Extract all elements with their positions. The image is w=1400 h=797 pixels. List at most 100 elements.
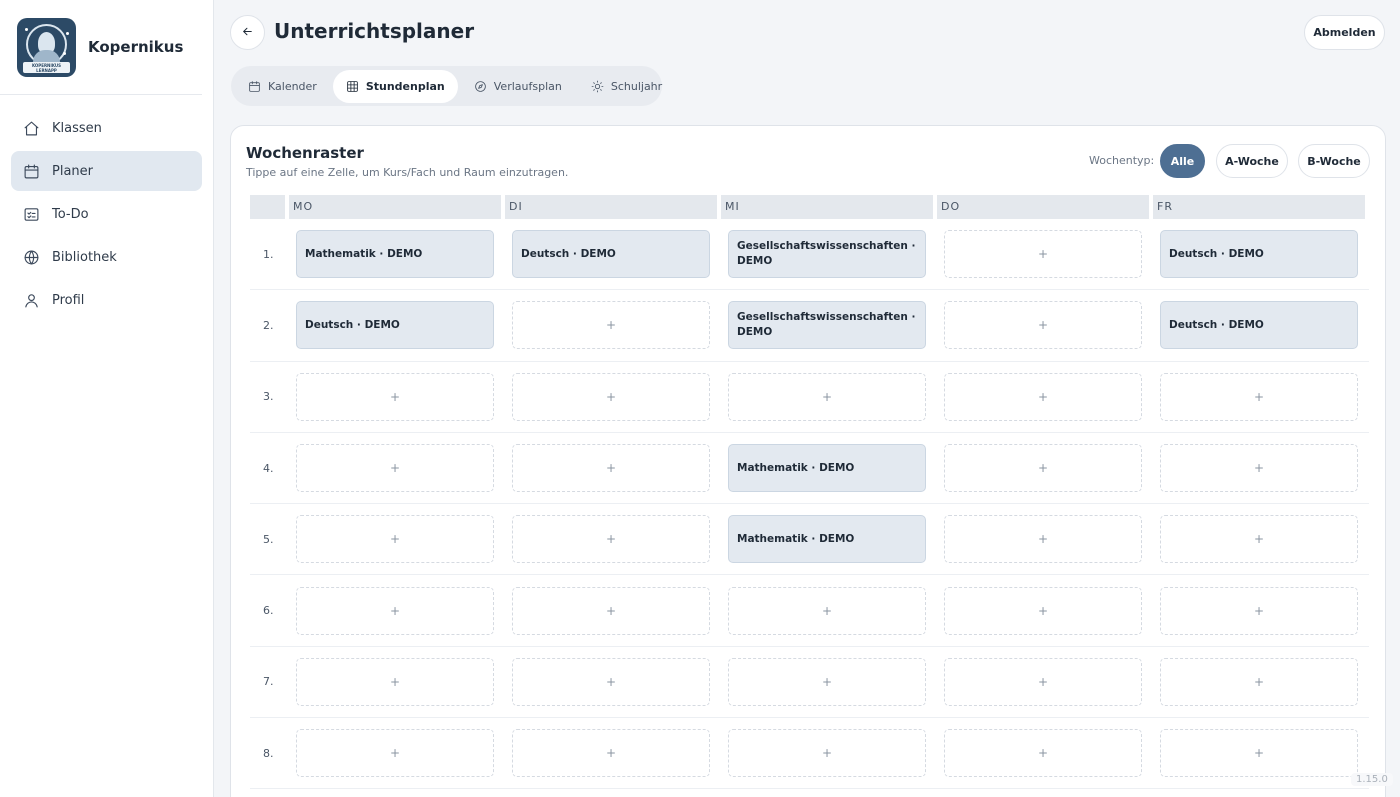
calendar-icon: [23, 163, 40, 180]
sidebar: KOPERNIKUS LERNAPP Kopernikus Klassen Pl…: [0, 0, 214, 797]
sidebar-item-label: To-Do: [52, 206, 89, 222]
week-type-a-button[interactable]: A-Woche: [1216, 144, 1288, 178]
empty-cell-add-button[interactable]: +: [512, 515, 710, 564]
sidebar-item-bibliothek[interactable]: Bibliothek: [11, 237, 202, 277]
week-type-alle-button[interactable]: Alle: [1160, 144, 1205, 178]
empty-cell-add-button[interactable]: +: [944, 230, 1142, 279]
empty-cell-add-button[interactable]: +: [728, 586, 926, 635]
empty-cell-add-button[interactable]: +: [728, 729, 926, 778]
card-title: Wochenraster: [246, 144, 364, 162]
empty-cell-add-button[interactable]: +: [944, 372, 1142, 421]
lesson-cell[interactable]: Gesellschaftswissenschaften · DEMO: [728, 301, 926, 350]
empty-cell-add-button[interactable]: +: [512, 301, 710, 350]
period-label: 8.: [263, 746, 274, 760]
empty-cell-add-button[interactable]: +: [296, 372, 494, 421]
timetable-slot: +: [289, 718, 505, 788]
timetable-slot: +: [937, 433, 1153, 503]
arrow-left-icon: [241, 23, 254, 42]
empty-cell-add-button[interactable]: +: [296, 586, 494, 635]
empty-cell-add-button[interactable]: +: [944, 515, 1142, 564]
lesson-cell[interactable]: Gesellschaftswissenschaften · DEMO: [728, 230, 926, 279]
tab-verlaufsplan[interactable]: Verlaufsplan: [461, 70, 575, 103]
day-header: DI: [505, 195, 717, 219]
empty-cell-add-button[interactable]: +: [296, 657, 494, 706]
empty-cell-add-button[interactable]: +: [944, 586, 1142, 635]
lesson-cell[interactable]: Deutsch · DEMO: [1160, 301, 1358, 350]
empty-cell-add-button[interactable]: +: [944, 657, 1142, 706]
timetable-slot: Mathematik · DEMO: [721, 433, 937, 503]
empty-cell-add-button[interactable]: +: [728, 657, 926, 706]
brand: KOPERNIKUS LERNAPP Kopernikus: [0, 0, 202, 95]
tab-schuljahr[interactable]: Schuljahr: [578, 70, 675, 103]
timetable-slot: +: [937, 362, 1153, 432]
compass-icon: [474, 80, 486, 92]
lesson-cell[interactable]: Deutsch · DEMO: [512, 230, 710, 279]
empty-cell-add-button[interactable]: +: [728, 372, 926, 421]
lesson-cell[interactable]: Deutsch · DEMO: [296, 301, 494, 350]
lesson-cell[interactable]: Mathematik · DEMO: [728, 444, 926, 493]
empty-cell-add-button[interactable]: +: [944, 444, 1142, 493]
table-row: 6. + + + + +: [250, 575, 1369, 647]
timetable-slot: Gesellschaftswissenschaften · DEMO: [721, 219, 937, 289]
back-button[interactable]: [230, 15, 265, 50]
empty-cell-add-button[interactable]: +: [1160, 657, 1358, 706]
empty-cell-add-button[interactable]: +: [944, 729, 1142, 778]
grid-icon: [347, 80, 358, 92]
timetable-grid: MO DI MI DO FR 1. Mathematik · DEMO Deutsc…: [250, 195, 1369, 790]
lesson-cell[interactable]: Mathematik · DEMO: [296, 230, 494, 279]
empty-cell-add-button[interactable]: +: [1160, 729, 1358, 778]
empty-cell-add-button[interactable]: +: [512, 586, 710, 635]
empty-cell-add-button[interactable]: +: [1160, 372, 1358, 421]
period-label: 2.: [263, 318, 274, 332]
empty-cell-add-button[interactable]: +: [1160, 515, 1358, 564]
empty-cell-add-button[interactable]: +: [512, 372, 710, 421]
empty-cell-add-button[interactable]: +: [1160, 444, 1358, 493]
sidebar-item-label: Profil: [52, 292, 85, 308]
period-label: 6.: [263, 604, 274, 618]
empty-cell-add-button[interactable]: +: [512, 657, 710, 706]
home-icon: [23, 120, 40, 137]
sidebar-item-label: Planer: [52, 163, 93, 179]
empty-cell-add-button[interactable]: +: [944, 301, 1142, 350]
empty-cell-add-button[interactable]: +: [296, 729, 494, 778]
tab-label: Verlaufsplan: [493, 79, 562, 93]
timetable-slot: Deutsch · DEMO: [1153, 290, 1369, 360]
timetable-slot: Mathematik · DEMO: [721, 504, 937, 574]
timetable-slot: +: [937, 290, 1153, 360]
table-row: 4. + + Mathematik · DEMO + +: [250, 433, 1369, 505]
empty-cell-add-button[interactable]: +: [296, 515, 494, 564]
timetable-slot: +: [289, 433, 505, 503]
lesson-cell[interactable]: Deutsch · DEMO: [1160, 230, 1358, 279]
timetable-slot: +: [505, 290, 721, 360]
checklist-icon: [23, 206, 40, 223]
app-logo: KOPERNIKUS LERNAPP: [17, 17, 76, 77]
timetable-slot: +: [937, 718, 1153, 788]
empty-cell-add-button[interactable]: +: [1160, 586, 1358, 635]
empty-cell-add-button[interactable]: +: [512, 729, 710, 778]
sidebar-item-profil[interactable]: Profil: [11, 280, 202, 320]
sidebar-nav: Klassen Planer To-Do Bibliothek Profil: [0, 95, 213, 320]
week-type-b-button[interactable]: B-Woche: [1298, 144, 1370, 178]
timetable-slot: +: [1153, 575, 1369, 645]
table-row: 3. + + + + +: [250, 362, 1369, 433]
day-header: FR: [1153, 195, 1365, 219]
tab-stundenplan[interactable]: Stundenplan: [332, 69, 458, 103]
sidebar-item-klassen[interactable]: Klassen: [11, 108, 202, 148]
user-icon: [23, 292, 40, 309]
lesson-cell[interactable]: Mathematik · DEMO: [728, 515, 926, 564]
timetable-slot: +: [1153, 433, 1369, 503]
empty-cell-add-button[interactable]: +: [512, 444, 710, 493]
period-label: 4.: [263, 461, 274, 475]
logout-button[interactable]: Abmelden: [1304, 15, 1385, 50]
sun-icon: [591, 80, 604, 92]
sidebar-item-label: Bibliothek: [52, 249, 117, 265]
empty-cell-add-button[interactable]: +: [296, 444, 494, 493]
card-subtitle: Tippe auf eine Zelle, um Kurs/Fach und R…: [246, 166, 569, 179]
timetable-slot: Deutsch · DEMO: [505, 219, 721, 289]
timetable-slot: +: [721, 575, 937, 645]
sidebar-item-todo[interactable]: To-Do: [11, 194, 202, 234]
sidebar-item-planer[interactable]: Planer: [11, 151, 202, 191]
app-name: Kopernikus: [88, 38, 184, 56]
tab-kalender[interactable]: Kalender: [235, 70, 330, 103]
week-type-label: Wochentyp:: [1089, 154, 1155, 167]
